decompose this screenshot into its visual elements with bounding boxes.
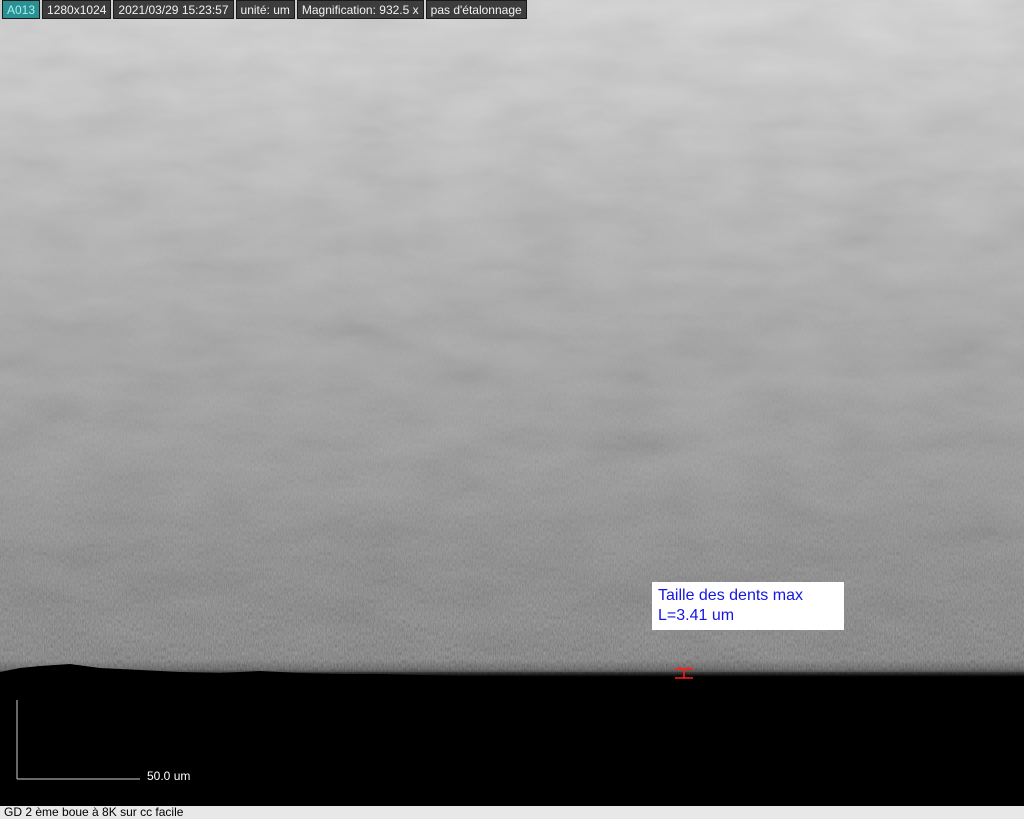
magnification-field: Magnification: 932.5 x xyxy=(296,0,424,19)
caption-bar: GD 2 ème boue à 8K sur cc facile xyxy=(0,806,1024,819)
surface-texture xyxy=(0,0,1024,806)
blade-edge xyxy=(0,664,1024,806)
annotation-title: Taille des dents max xyxy=(658,587,803,604)
resolution-field: 1280x1024 xyxy=(42,0,112,19)
unit-field: unité: um xyxy=(235,0,295,19)
measurement-annotation[interactable]: Taille des dents max L=3.41 um xyxy=(652,582,844,630)
measurement-marker[interactable] xyxy=(672,665,696,683)
datetime-field: 2021/03/29 15:23:57 xyxy=(113,0,234,19)
caption-text: GD 2 ème boue à 8K sur cc facile xyxy=(4,806,184,819)
micrograph-viewer: A013 1280x1024 2021/03/29 15:23:57 unité… xyxy=(0,0,1024,819)
annotation-length: L=3.41 um xyxy=(658,607,735,624)
scale-bar-label: 50.0 um xyxy=(147,769,191,783)
calibration-field: pas d'étalonnage xyxy=(425,0,527,19)
image-id-badge: A013 xyxy=(2,0,41,19)
image-info-bar: A013 1280x1024 2021/03/29 15:23:57 unité… xyxy=(0,0,529,19)
